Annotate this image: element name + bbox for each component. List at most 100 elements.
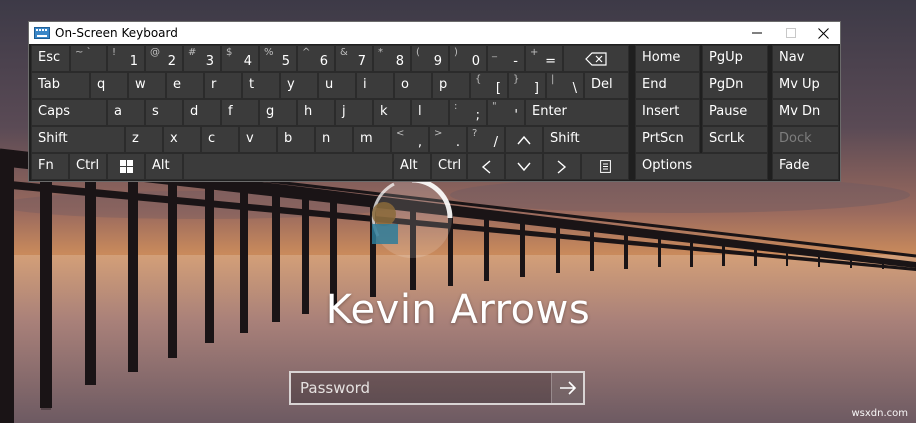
key-shift-label: ! (112, 47, 117, 58)
key-mvdn[interactable]: Mv Dn (772, 99, 839, 126)
maximize-button[interactable] (774, 22, 808, 44)
key-shift-label: ~ ` (75, 47, 92, 58)
key-g[interactable]: g (259, 99, 297, 126)
key-k1[interactable]: ! 1 (107, 45, 145, 72)
key-pgdn[interactable]: PgDn (702, 72, 768, 99)
key-label: o (401, 77, 409, 92)
on-screen-keyboard-window: On-Screen Keyboard Esc ~ ` ! 1 @2 #3 $4% 5 ^ 6 & 7 *… (28, 21, 841, 182)
key-b[interactable]: b (277, 126, 315, 153)
key-label: k (380, 104, 388, 119)
key-period[interactable]: >. (429, 126, 467, 153)
key-equal[interactable]: + = (525, 45, 563, 72)
key-right[interactable] (543, 153, 581, 180)
key-k6[interactable]: ^ 6 (297, 45, 335, 72)
key-k0[interactable]: ) 0 (449, 45, 487, 72)
key-c[interactable]: c (201, 126, 239, 153)
key-left[interactable] (467, 153, 505, 180)
key-i[interactable]: i (356, 72, 394, 99)
key-w[interactable]: w (128, 72, 166, 99)
key-h[interactable]: h (297, 99, 335, 126)
key-rctrl[interactable]: Ctrl (431, 153, 467, 180)
close-button[interactable] (806, 22, 840, 44)
key-q[interactable]: q (90, 72, 128, 99)
key-k5[interactable]: % 5 (259, 45, 297, 72)
key-s[interactable]: s (145, 99, 183, 126)
key-prtscn[interactable]: PrtScn (635, 126, 700, 153)
key-ralt[interactable]: Alt (393, 153, 431, 180)
key-esc[interactable]: Esc (31, 45, 70, 72)
key-p[interactable]: p (432, 72, 470, 99)
key-o[interactable]: o (394, 72, 432, 99)
submit-button[interactable] (551, 373, 583, 403)
key-slash[interactable]: ? / (467, 126, 505, 153)
key-k2[interactable]: @2 (145, 45, 183, 72)
key-k4[interactable]: $4 (221, 45, 259, 72)
key-main-label: 0 (471, 54, 480, 69)
key-k3[interactable]: #3 (183, 45, 221, 72)
key-fn[interactable]: Fn (31, 153, 69, 180)
key-k[interactable]: k (373, 99, 411, 126)
key-rshift[interactable]: Shift (543, 126, 629, 153)
key-n[interactable]: n (315, 126, 353, 153)
context-menu-icon (582, 154, 628, 179)
key-lctrl[interactable]: Ctrl (69, 153, 107, 180)
key-u[interactable]: u (318, 72, 356, 99)
key-comma[interactable]: <, (391, 126, 429, 153)
title-bar[interactable]: On-Screen Keyboard (29, 22, 840, 44)
key-tab[interactable]: Tab (31, 72, 90, 99)
key-minus[interactable]: _ - (487, 45, 525, 72)
key-e[interactable]: e (166, 72, 204, 99)
key-options[interactable]: Options (635, 153, 768, 180)
key-up[interactable] (505, 126, 543, 153)
key-pause[interactable]: Pause (702, 99, 768, 126)
key-label: Shift (38, 131, 68, 146)
key-rbrace[interactable]: }] (508, 72, 546, 99)
key-home[interactable]: Home (635, 45, 700, 72)
key-fade[interactable]: Fade (772, 153, 839, 180)
key-quote[interactable]: " ' (487, 99, 525, 126)
key-lbrace[interactable]: {[ (470, 72, 508, 99)
key-l[interactable]: l (411, 99, 449, 126)
minimize-button[interactable] (740, 22, 774, 44)
key-insert[interactable]: Insert (635, 99, 700, 126)
key-y[interactable]: y (280, 72, 318, 99)
windows-logo-icon (108, 154, 144, 179)
key-end[interactable]: End (635, 72, 700, 99)
key-r[interactable]: r (204, 72, 242, 99)
key-del[interactable]: Del (584, 72, 629, 99)
key-shift-label: + (530, 47, 539, 58)
key-f[interactable]: f (221, 99, 259, 126)
key-v[interactable]: v (239, 126, 277, 153)
key-shift-label: ^ (302, 47, 311, 58)
key-semicolon[interactable]: :; (449, 99, 487, 126)
key-caps[interactable]: Caps (31, 99, 107, 126)
key-win[interactable] (107, 153, 145, 180)
key-m[interactable]: m (353, 126, 391, 153)
key-dock[interactable]: Dock (772, 126, 839, 153)
key-x[interactable]: x (163, 126, 201, 153)
key-k9[interactable]: (9 (411, 45, 449, 72)
password-input[interactable] (291, 373, 551, 403)
key-enter[interactable]: Enter (525, 99, 629, 126)
key-label: Enter (532, 104, 567, 119)
key-nav[interactable]: Nav (772, 45, 839, 72)
key-down[interactable] (505, 153, 543, 180)
key-tilde[interactable]: ~ ` (70, 45, 107, 72)
key-d[interactable]: d (183, 99, 221, 126)
key-lalt[interactable]: Alt (145, 153, 183, 180)
key-mvup[interactable]: Mv Up (772, 72, 839, 99)
key-z[interactable]: z (125, 126, 163, 153)
key-scrlk[interactable]: ScrLk (702, 126, 768, 153)
key-backspace[interactable] (563, 45, 629, 72)
key-t[interactable]: t (242, 72, 280, 99)
key-menu[interactable] (581, 153, 629, 180)
key-lshift[interactable]: Shift (31, 126, 125, 153)
key-label: s (152, 104, 159, 119)
key-pgup[interactable]: PgUp (702, 45, 768, 72)
key-pipe[interactable]: | \ (546, 72, 584, 99)
key-k8[interactable]: * 8 (373, 45, 411, 72)
key-space[interactable] (183, 153, 393, 180)
key-k7[interactable]: & 7 (335, 45, 373, 72)
key-j[interactable]: j (335, 99, 373, 126)
key-a[interactable]: a (107, 99, 145, 126)
